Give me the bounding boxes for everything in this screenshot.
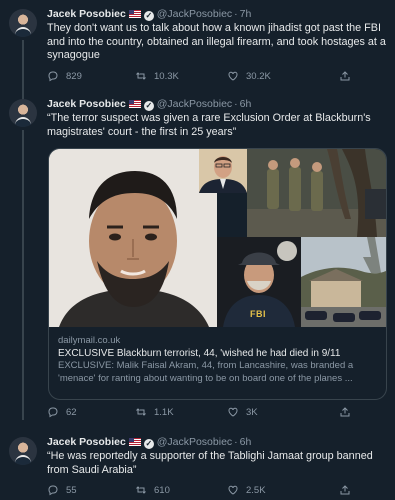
share-button[interactable] (339, 406, 351, 418)
retweet-count: 610 (154, 484, 170, 496)
like-count: 3K (246, 406, 258, 418)
author-handle[interactable]: @JackPosobiec (157, 436, 232, 448)
share-button[interactable] (339, 484, 351, 496)
reply-icon (48, 71, 58, 82)
timestamp[interactable]: 7h (240, 8, 252, 20)
retweet-button[interactable]: 610 (135, 484, 170, 496)
avatar[interactable] (9, 9, 37, 37)
reply-count: 829 (66, 70, 82, 82)
like-count: 2.5K (246, 484, 266, 496)
tweet-header: Jacek Posobiec ✓ @JackPosobiec · 6h (47, 436, 251, 449)
link-title[interactable]: EXCLUSIVE Blackburn terrorist, 44, 'wish… (58, 347, 377, 360)
share-icon (340, 407, 350, 417)
timestamp[interactable]: 6h (240, 436, 252, 448)
retweet-count: 1.1K (154, 406, 174, 418)
inset-photo-suit (199, 149, 247, 193)
retweet-button[interactable]: 10.3K (135, 70, 179, 82)
like-button[interactable]: 2.5K (227, 484, 266, 496)
reply-count: 55 (66, 484, 77, 496)
like-count: 30.2K (246, 70, 271, 82)
retweet-icon (136, 486, 146, 494)
tweet-text: “The terror suspect was given a rare Exc… (47, 112, 371, 138)
like-icon (228, 485, 238, 495)
reply-button[interactable]: 829 (47, 70, 82, 82)
author-name[interactable]: Jacek Posobiec (47, 98, 126, 110)
like-icon (228, 407, 238, 417)
thread-line (22, 40, 24, 100)
reply-button[interactable]: 62 (47, 406, 77, 418)
verified-badge-icon: ✓ (143, 101, 154, 111)
tweet-header: Jacek Posobiec ✓ @JackPosobiec · 6h (47, 98, 251, 111)
thread-line (22, 130, 24, 420)
police-scene-photo (247, 149, 386, 237)
retweet-icon (136, 408, 146, 416)
fbi-officer-photo: FBI (217, 237, 301, 327)
verified-badge-icon: ✓ (143, 11, 154, 21)
timestamp[interactable]: 6h (240, 98, 252, 110)
tweet-actions: 62 1.1K 3K (47, 406, 357, 420)
author-name[interactable]: Jacek Posobiec (47, 8, 126, 20)
author-name[interactable]: Jacek Posobiec (47, 436, 126, 448)
link-description: EXCLUSIVE: Malik Faisal Akram, 44, from … (58, 360, 354, 384)
tweet-actions: 829 10.3K 30.2K (47, 70, 357, 84)
retweet-count: 10.3K (154, 70, 179, 82)
reply-icon (48, 485, 58, 496)
separator-dot: · (234, 8, 238, 20)
tweet-header: Jacek Posobiec ✓ @JackPosobiec · 7h (47, 8, 251, 21)
separator-dot: · (234, 436, 238, 448)
share-button[interactable] (339, 70, 351, 82)
tweet-text: They don't want us to talk about how a k… (47, 22, 386, 61)
retweet-button[interactable]: 1.1K (135, 406, 174, 418)
share-icon (340, 485, 350, 495)
verified-badge-icon: ✓ (143, 439, 154, 449)
us-flag-icon (128, 438, 141, 446)
author-handle[interactable]: @JackPosobiec (157, 98, 232, 110)
fbi-jacket-lettering: FBI (250, 309, 266, 319)
reply-button[interactable]: 55 (47, 484, 77, 496)
suspect-photo (49, 149, 217, 327)
reply-count: 62 (66, 406, 77, 418)
share-icon (340, 71, 350, 81)
tweet-text: “He was reportedly a supporter of the Ta… (47, 450, 373, 476)
synagogue-photo (301, 237, 386, 327)
like-icon (228, 71, 238, 81)
separator-dot: · (234, 98, 238, 110)
us-flag-icon (128, 100, 141, 108)
retweet-icon (136, 72, 146, 80)
us-flag-icon (128, 10, 141, 18)
reply-icon (48, 407, 58, 418)
link-preview-card[interactable]: FBI dailymail.co.uk EXCLUSIVE Blackburn … (48, 148, 387, 400)
avatar[interactable] (9, 437, 37, 465)
tweet-actions: 55 610 2.5K (47, 484, 357, 498)
link-domain: dailymail.co.uk (58, 335, 121, 346)
avatar[interactable] (9, 99, 37, 127)
like-button[interactable]: 3K (227, 406, 258, 418)
like-button[interactable]: 30.2K (227, 70, 271, 82)
link-preview-meta: dailymail.co.uk EXCLUSIVE Blackburn terr… (49, 334, 386, 385)
author-handle[interactable]: @JackPosobiec (157, 8, 232, 20)
